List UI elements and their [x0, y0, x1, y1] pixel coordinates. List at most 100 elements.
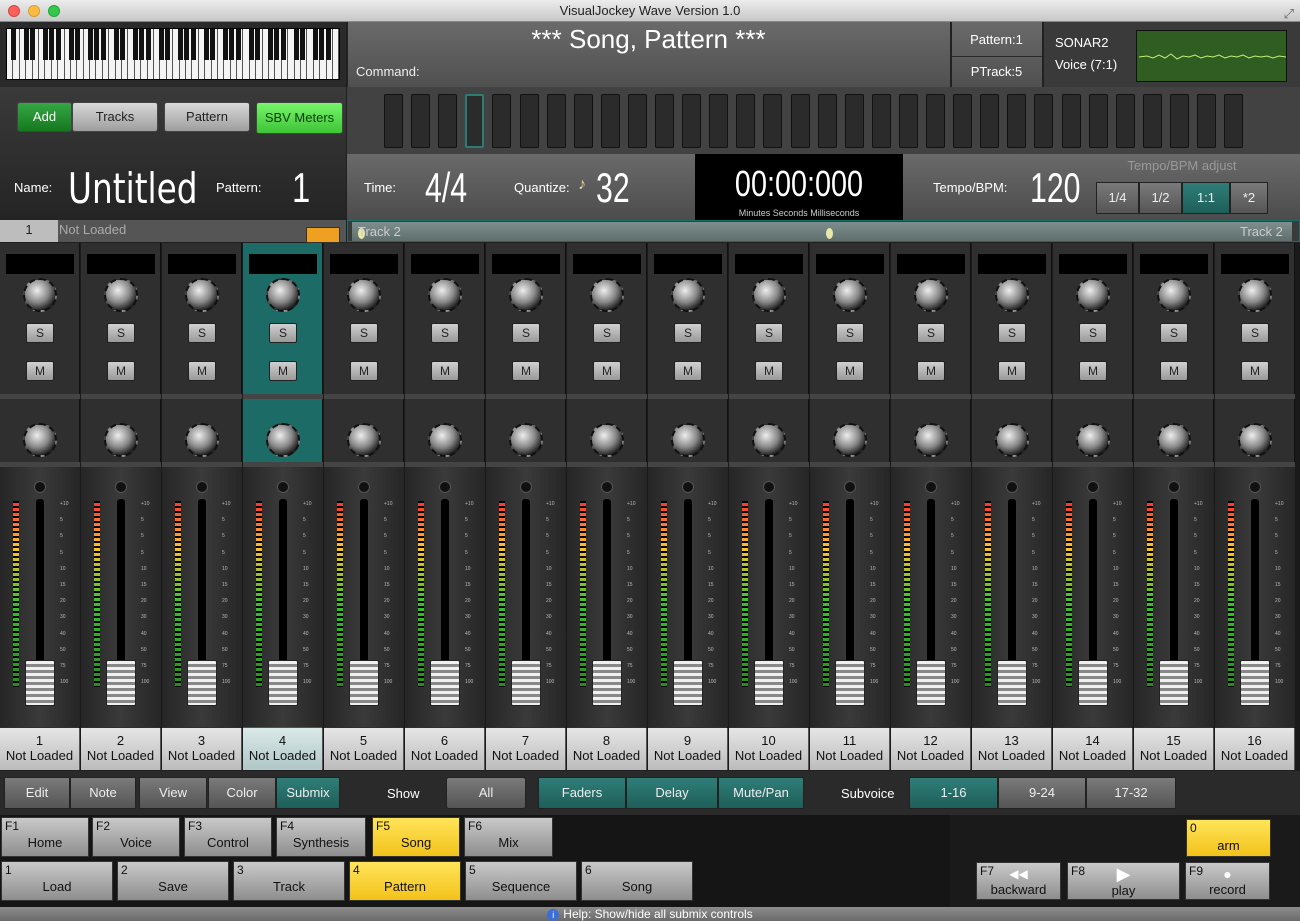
step-button[interactable]	[627, 94, 647, 148]
step-button[interactable]	[411, 94, 431, 148]
channel-label[interactable]: 4 Not Loaded	[243, 728, 323, 770]
fader-trim-icon[interactable]	[358, 481, 370, 493]
fkey-voice-button[interactable]: F2 Voice	[92, 817, 180, 857]
mute-button[interactable]: M	[188, 361, 216, 381]
tempo-double-button[interactable]: *2	[1230, 182, 1268, 214]
piano-white-key[interactable]	[332, 29, 340, 79]
send-knob[interactable]	[671, 423, 705, 457]
mute-button[interactable]: M	[431, 361, 459, 381]
solo-button[interactable]: S	[917, 323, 945, 343]
piano-black-key[interactable]	[177, 29, 183, 60]
step-button[interactable]	[1034, 94, 1054, 148]
piano-black-key[interactable]	[23, 29, 29, 60]
step-button[interactable]	[655, 94, 674, 148]
step-button[interactable]	[763, 94, 783, 148]
send-knob[interactable]	[1157, 423, 1191, 457]
piano-black-key[interactable]	[75, 29, 81, 60]
step-button[interactable]	[519, 94, 539, 148]
mute-button[interactable]: M	[26, 361, 54, 381]
fader-trim-icon[interactable]	[34, 481, 46, 493]
volume-fader[interactable]	[835, 660, 865, 706]
fader-trim-icon[interactable]	[439, 481, 451, 493]
fader-trim-icon[interactable]	[277, 481, 289, 493]
solo-button[interactable]: S	[998, 323, 1026, 343]
pan-knob[interactable]	[914, 278, 948, 312]
fader-trim-icon[interactable]	[601, 481, 613, 493]
fader-trim-icon[interactable]	[115, 481, 127, 493]
solo-button[interactable]: S	[674, 323, 702, 343]
volume-fader[interactable]	[25, 660, 55, 706]
edit-tab[interactable]: Edit	[4, 777, 70, 809]
mute-button[interactable]: M	[350, 361, 378, 381]
channel-label[interactable]: 7 Not Loaded	[486, 728, 566, 770]
tempo-half-button[interactable]: 1/2	[1139, 182, 1182, 214]
action-save-button[interactable]: 2 Save	[117, 861, 229, 901]
solo-button[interactable]: S	[593, 323, 621, 343]
send-knob[interactable]	[590, 423, 624, 457]
channel-label[interactable]: 9 Not Loaded	[648, 728, 728, 770]
step-button[interactable]	[600, 94, 620, 148]
step-button[interactable]	[1088, 94, 1108, 148]
pan-knob[interactable]	[23, 278, 57, 312]
volume-fader[interactable]	[916, 660, 946, 706]
solo-button[interactable]: S	[188, 323, 216, 343]
fader-trim-icon[interactable]	[844, 481, 856, 493]
fkey-synthesis-button[interactable]: F4 Synthesis	[276, 817, 366, 857]
step-button[interactable]	[438, 94, 458, 148]
track-color-button[interactable]	[306, 227, 340, 243]
tempo-normal-button[interactable]: 1:1	[1182, 182, 1230, 214]
step-button[interactable]	[926, 94, 945, 148]
piano-black-key[interactable]	[312, 29, 318, 60]
piano-keyboard[interactable]	[6, 28, 340, 80]
channel-label[interactable]: 16 Not Loaded	[1215, 728, 1295, 770]
mute-button[interactable]: M	[1160, 361, 1188, 381]
time-signature-value[interactable]: 4/4	[425, 164, 467, 212]
subvoice-1-16-tab[interactable]: 1-16	[909, 777, 998, 809]
piano-black-key[interactable]	[248, 29, 254, 60]
fader-trim-icon[interactable]	[925, 481, 937, 493]
step-button[interactable]	[465, 94, 485, 148]
volume-fader[interactable]	[1240, 660, 1270, 706]
pan-knob[interactable]	[1238, 278, 1272, 312]
pattern-value[interactable]: 1	[292, 164, 310, 212]
volume-fader[interactable]	[997, 660, 1027, 706]
pan-knob[interactable]	[833, 278, 867, 312]
piano-black-key[interactable]	[235, 29, 241, 60]
step-button[interactable]	[736, 94, 756, 148]
send-knob[interactable]	[185, 423, 219, 457]
step-button[interactable]	[1169, 94, 1189, 148]
fader-trim-icon[interactable]	[763, 481, 775, 493]
mute-button[interactable]: M	[998, 361, 1026, 381]
pan-knob[interactable]	[347, 278, 381, 312]
volume-fader[interactable]	[268, 660, 298, 706]
pan-knob[interactable]	[995, 278, 1029, 312]
channel-label[interactable]: 10 Not Loaded	[729, 728, 809, 770]
fader-trim-icon[interactable]	[682, 481, 694, 493]
piano-black-key[interactable]	[30, 29, 36, 60]
step-button[interactable]	[546, 94, 566, 148]
pan-knob[interactable]	[752, 278, 786, 312]
piano-black-key[interactable]	[145, 29, 151, 60]
color-tab[interactable]: Color	[208, 777, 276, 809]
channel-label[interactable]: 13 Not Loaded	[972, 728, 1052, 770]
channel-label[interactable]: 8 Not Loaded	[567, 728, 647, 770]
solo-button[interactable]: S	[1079, 323, 1107, 343]
volume-fader[interactable]	[106, 660, 136, 706]
piano-black-key[interactable]	[68, 29, 74, 60]
piano-black-key[interactable]	[293, 29, 299, 60]
piano-black-key[interactable]	[319, 29, 325, 60]
action-load-button[interactable]: 1 Load	[1, 861, 113, 901]
channel-label[interactable]: 11 Not Loaded	[810, 728, 890, 770]
step-button[interactable]	[709, 94, 729, 148]
mute-button[interactable]: M	[1079, 361, 1107, 381]
pan-knob[interactable]	[1157, 278, 1191, 312]
send-knob[interactable]	[1076, 423, 1110, 457]
pan-knob[interactable]	[266, 278, 300, 312]
tempo-quarter-button[interactable]: 1/4	[1096, 182, 1139, 214]
volume-fader[interactable]	[1078, 660, 1108, 706]
faders-tab[interactable]: Faders	[538, 777, 626, 809]
pan-knob[interactable]	[590, 278, 624, 312]
send-knob[interactable]	[995, 423, 1029, 457]
fader-trim-icon[interactable]	[1006, 481, 1018, 493]
play-button[interactable]: F8 ▶ play	[1067, 862, 1180, 900]
